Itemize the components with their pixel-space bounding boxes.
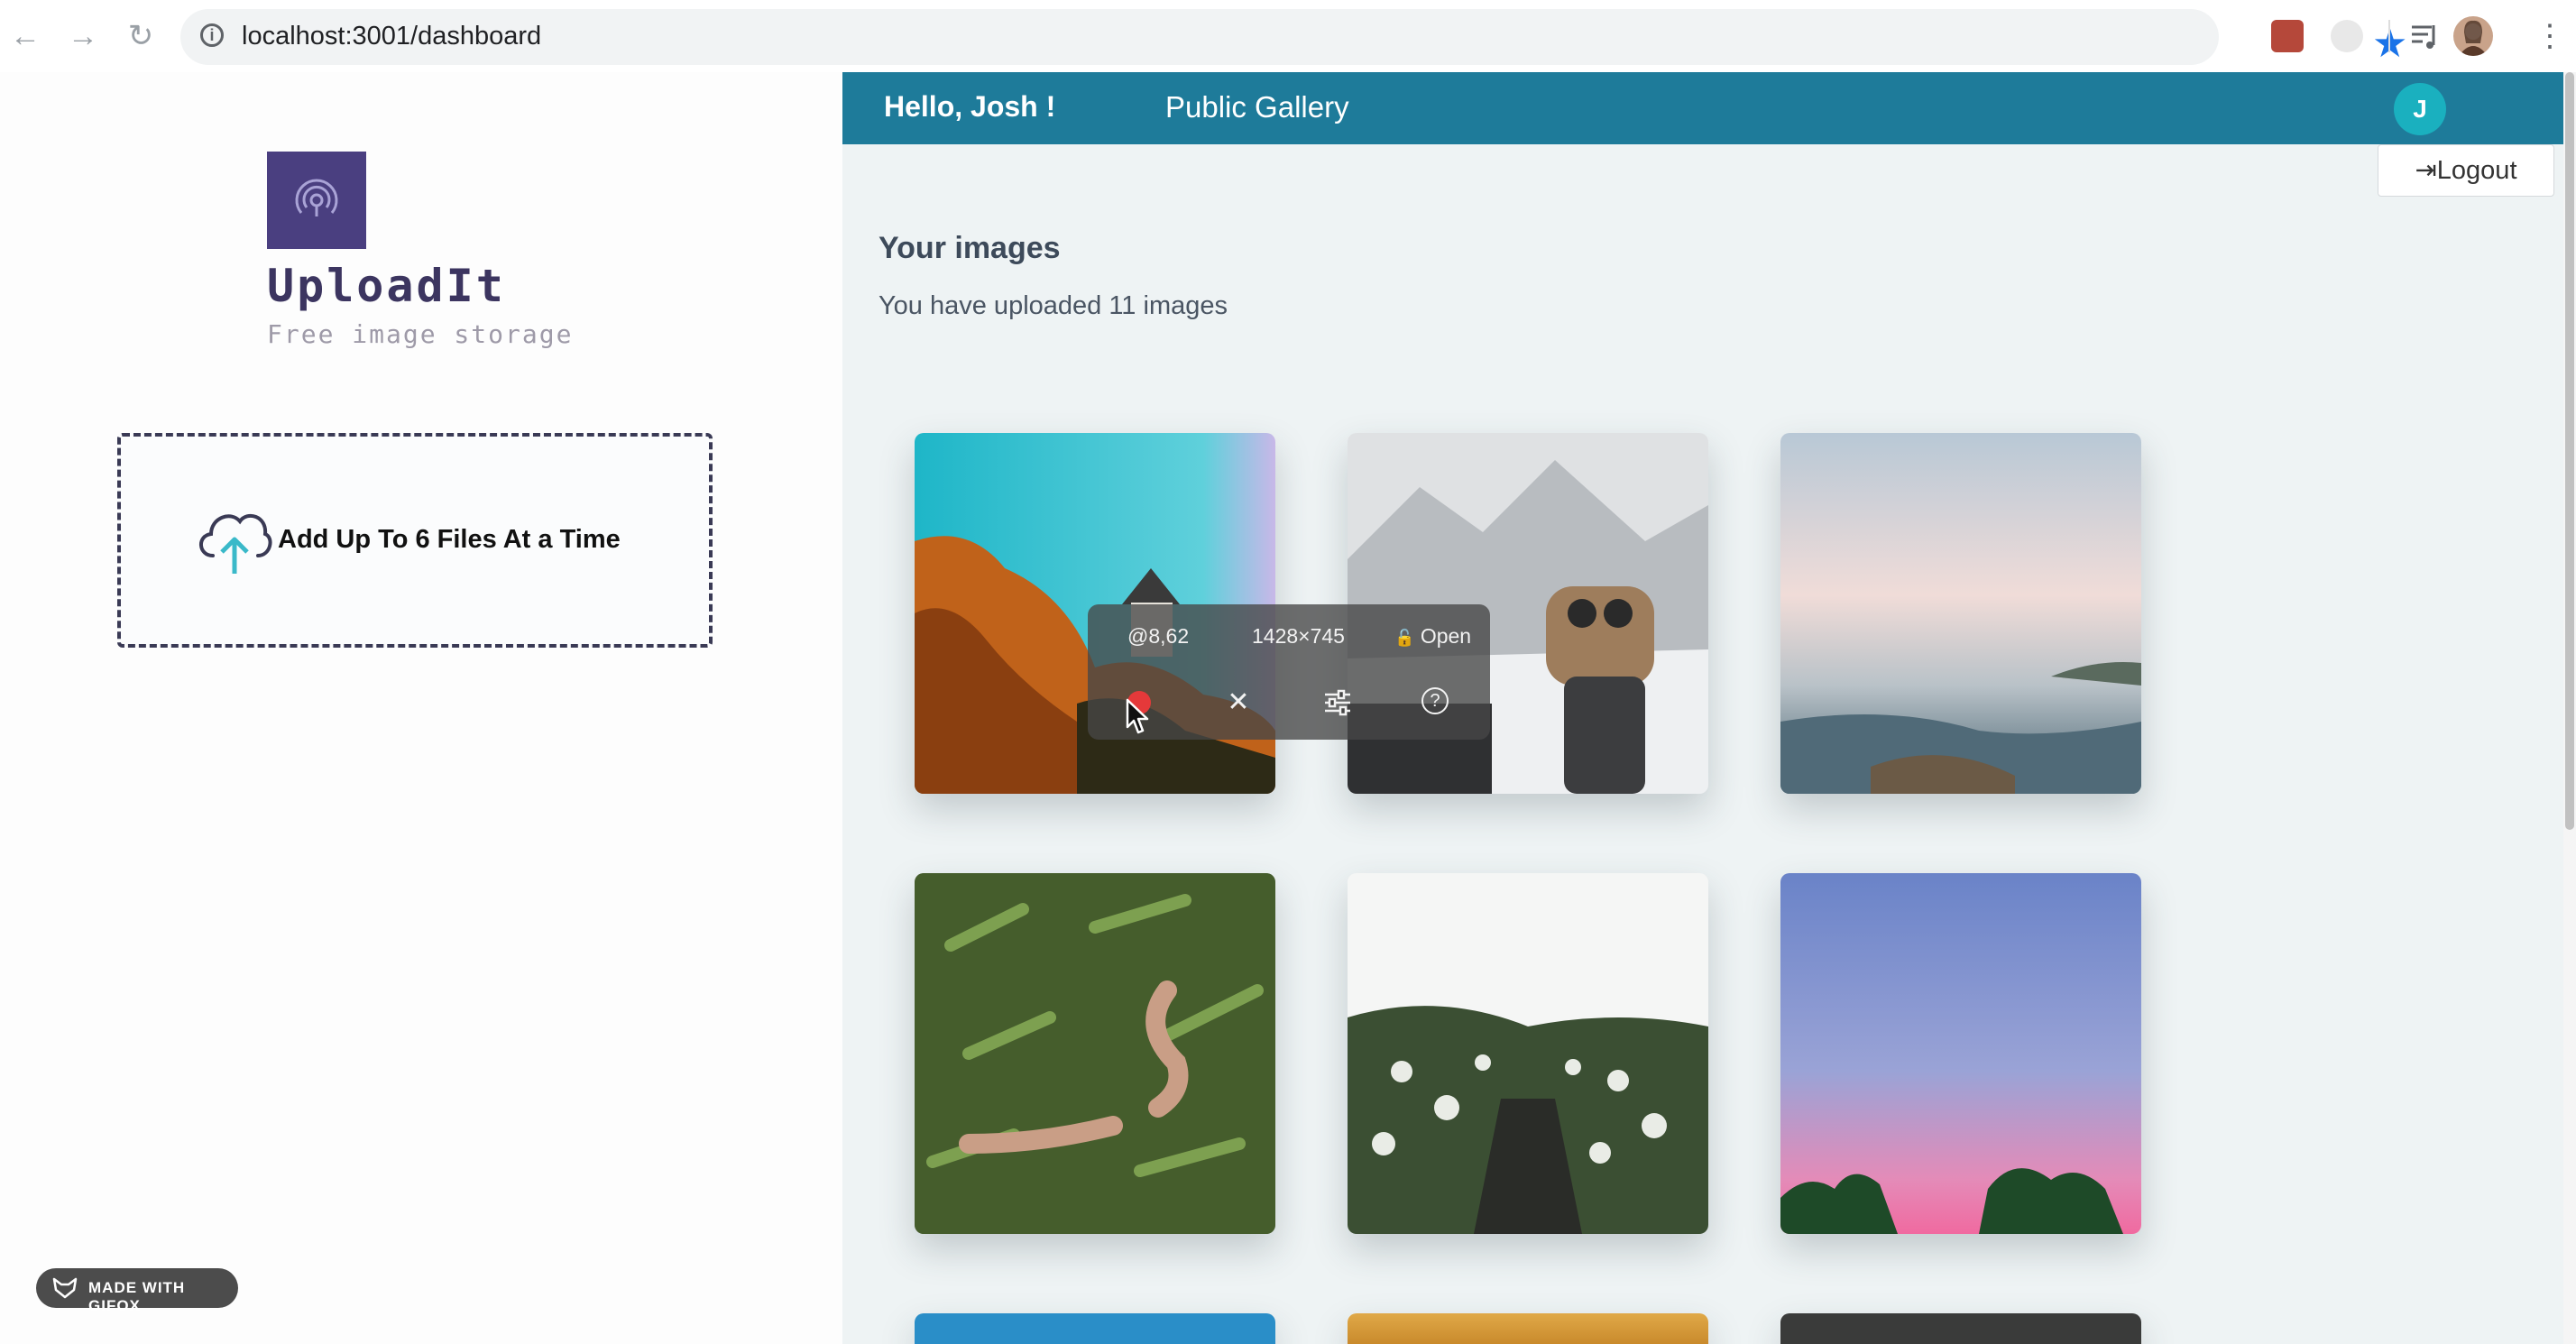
mouse-cursor-icon <box>1126 698 1151 741</box>
reload-icon[interactable]: ↻ <box>121 16 161 56</box>
cloud-upload-icon <box>193 503 274 580</box>
address-bar[interactable]: i localhost:3001/dashboard ★ <box>180 9 2407 66</box>
greeting: Hello, Josh ! <box>884 90 1056 123</box>
capture-position: @8,62 <box>1127 624 1190 648</box>
toolbar-divider <box>2388 20 2390 52</box>
image-card-sea[interactable] <box>1780 433 2141 794</box>
gifox-badge: MADE WITH GIFOX <box>36 1268 238 1314</box>
page-heading: Your images <box>879 231 1061 265</box>
image-card-purple-sky[interactable] <box>1780 873 2141 1234</box>
browser-menu-icon[interactable]: ⋮ <box>2535 16 2565 56</box>
app-title: UploadIt <box>267 260 506 312</box>
public-gallery-link[interactable]: Public Gallery <box>1165 90 1349 124</box>
profile-avatar[interactable] <box>2453 16 2493 56</box>
logout-icon: ⇥ <box>2415 156 2437 185</box>
logout-label: Logout <box>2436 156 2517 185</box>
capture-mode[interactable]: 🔓 Open <box>1394 624 1471 649</box>
settings-sliders-icon[interactable] <box>1322 687 1353 718</box>
app-logo <box>267 152 366 249</box>
image-card-flower-path[interactable] <box>1348 873 1708 1234</box>
app-tagline: Free image storage <box>267 319 574 349</box>
image-count: You have uploaded 11 images <box>879 291 1228 320</box>
sidebar: UploadIt Free image storage Add Up To 6 … <box>0 72 842 1344</box>
fox-icon <box>52 1277 78 1303</box>
file-dropzone[interactable]: Add Up To 6 Files At a Time <box>117 433 713 648</box>
top-navbar <box>842 72 2563 144</box>
image-card-dark[interactable] <box>1780 1313 2141 1344</box>
scrollbar-thumb[interactable] <box>2565 72 2574 830</box>
image-card-orange[interactable] <box>1348 1313 1708 1344</box>
gifox-badge-label: MADE WITH GIFOX <box>88 1279 186 1314</box>
capture-size: 1428×745 <box>1252 624 1345 648</box>
extension-panda-icon[interactable] <box>2331 20 2363 52</box>
image-card-hands-plants[interactable] <box>915 873 1275 1234</box>
url-text[interactable]: localhost:3001/dashboard <box>242 22 541 51</box>
image-card-blue[interactable] <box>915 1313 1275 1344</box>
browser-toolbar: ← → ↻ i localhost:3001/dashboard ★ ⋮ <box>0 0 2576 73</box>
capture-mode-label: Open <box>1420 624 1472 648</box>
lock-open-icon: 🔓 <box>1394 629 1415 647</box>
back-arrow-icon[interactable]: ← <box>5 16 45 56</box>
extension-red-icon[interactable] <box>2271 20 2304 52</box>
user-avatar[interactable]: J <box>2394 83 2446 135</box>
close-icon[interactable]: ✕ <box>1223 687 1254 718</box>
help-icon[interactable]: ? <box>1421 687 1449 714</box>
forward-arrow-icon[interactable]: → <box>63 16 103 56</box>
media-queue-icon[interactable] <box>2408 20 2441 52</box>
logout-button[interactable]: ⇥Logout <box>2378 144 2554 197</box>
site-info-icon[interactable]: i <box>200 23 224 47</box>
dropzone-label: Add Up To 6 Files At a Time <box>278 525 621 554</box>
